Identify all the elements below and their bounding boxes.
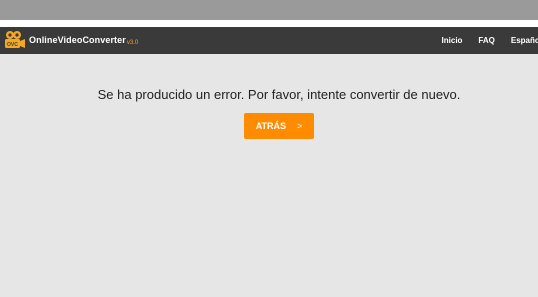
- film-camera-icon: OVC: [4, 30, 26, 50]
- top-navbar: OVC OnlineVideoConverter v3.0 Inicio FAQ…: [0, 27, 538, 54]
- error-message: Se ha producido un error. Por favor, int…: [97, 87, 461, 102]
- logo-text: OnlineVideoConverter: [29, 35, 126, 45]
- nav-link-inicio[interactable]: Inicio: [442, 36, 463, 45]
- site-logo[interactable]: OVC OnlineVideoConverter v3.0: [4, 30, 138, 50]
- main-content: Se ha producido un error. Por favor, int…: [0, 54, 538, 297]
- svg-text:OVC: OVC: [7, 42, 18, 48]
- nav-link-faq[interactable]: FAQ: [478, 36, 494, 45]
- chevron-right-icon: >: [297, 121, 303, 131]
- top-divider: [0, 20, 538, 27]
- language-selector[interactable]: Español: [511, 36, 538, 45]
- browser-top-strip: [0, 0, 538, 20]
- back-button-label: ATRÁS: [255, 121, 287, 131]
- logo-version: v3.0: [126, 40, 139, 46]
- back-button[interactable]: ATRÁS >: [244, 113, 314, 139]
- nav-links: Inicio FAQ Español: [442, 27, 538, 54]
